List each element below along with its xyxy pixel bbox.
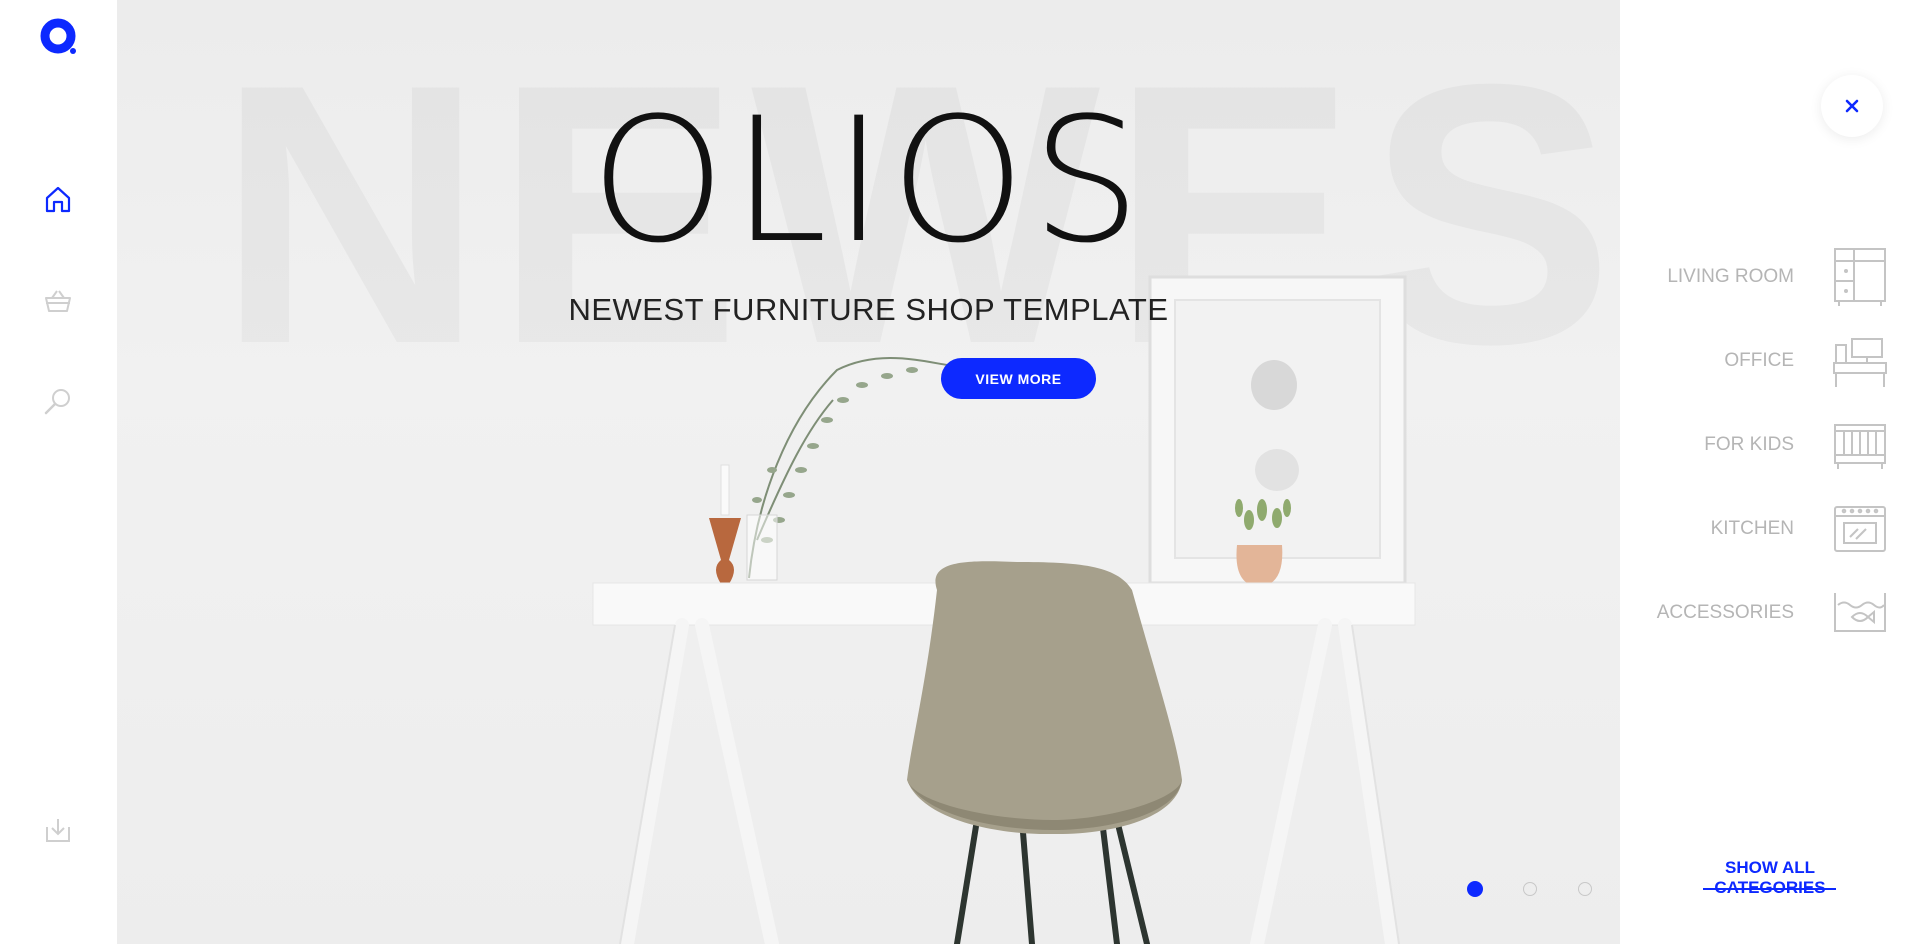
category-label: OFFICE — [1724, 350, 1794, 371]
sidebar-nav — [0, 0, 117, 944]
category-label: ACCESSORIES — [1656, 602, 1794, 623]
slide-dot-1[interactable] — [1467, 881, 1483, 897]
show-all-categories-link[interactable]: SHOW ALL CATEGORIES — [1675, 858, 1865, 898]
hero-slider: NEWEST — [117, 0, 1620, 944]
home-icon[interactable] — [40, 181, 76, 217]
oven-icon — [1830, 499, 1890, 559]
search-icon[interactable] — [40, 383, 76, 419]
aquarium-icon — [1830, 583, 1890, 643]
slide-dot-3[interactable] — [1578, 882, 1592, 896]
category-for-kids[interactable]: FOR KIDS — [1704, 415, 1890, 475]
category-kitchen[interactable]: KITCHEN — [1711, 499, 1890, 559]
category-label: FOR KIDS — [1704, 434, 1794, 455]
show-all-underline — [1703, 888, 1836, 890]
category-accessories[interactable]: ACCESSORIES — [1657, 583, 1890, 643]
slide-dot-2[interactable] — [1523, 882, 1537, 896]
category-label: LIVING ROOM — [1667, 266, 1794, 287]
olios-logo-icon[interactable] — [40, 18, 78, 56]
category-living-room[interactable]: LIVING ROOM — [1667, 247, 1890, 307]
category-office[interactable]: OFFICE — [1724, 331, 1890, 391]
close-icon — [1845, 99, 1859, 113]
desk-computer-icon — [1830, 331, 1890, 391]
hero-title: OLIOS — [590, 80, 1147, 281]
view-more-button[interactable]: VIEW MORE — [941, 358, 1096, 399]
category-label: KITCHEN — [1710, 518, 1794, 539]
download-icon[interactable] — [40, 812, 76, 848]
crib-icon — [1830, 415, 1890, 475]
basket-icon[interactable] — [40, 283, 76, 319]
close-button[interactable] — [1821, 75, 1883, 137]
hero-subtitle: NEWEST FURNITURE SHOP TEMPLATE — [568, 292, 1169, 327]
wardrobe-icon — [1830, 247, 1890, 307]
